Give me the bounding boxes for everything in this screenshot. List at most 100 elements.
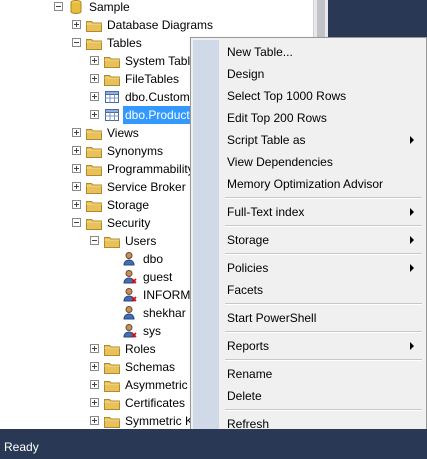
menu-item-label: Rename	[227, 367, 273, 381]
collapse-icon[interactable]	[54, 2, 63, 11]
folder-icon	[86, 181, 102, 194]
folder-icon	[104, 343, 120, 356]
menu-item-edit-top-200-rows[interactable]: Edit Top 200 Rows	[193, 107, 424, 129]
menu-item-facets[interactable]: Facets	[193, 279, 424, 301]
tree-node-database-diagrams[interactable]: Database Diagrams	[0, 16, 313, 34]
expand-icon[interactable]	[90, 398, 99, 407]
expand-icon[interactable]	[90, 362, 99, 371]
tree-node-label: FileTables	[125, 72, 180, 86]
expand-icon[interactable]	[90, 416, 99, 425]
status-text: Ready	[4, 440, 39, 454]
folder-icon	[104, 379, 120, 392]
expand-icon[interactable]	[90, 92, 99, 101]
expand-icon[interactable]	[72, 182, 81, 191]
menu-item-label: Reports	[227, 339, 270, 353]
expand-icon[interactable]	[90, 344, 99, 353]
tree-node-sample[interactable]: Sample	[0, 0, 313, 16]
expand-icon[interactable]	[90, 74, 99, 83]
tree-node-label: dbo.Product	[123, 106, 192, 124]
folder-icon	[104, 73, 120, 86]
menu-item-policies[interactable]: Policies	[193, 257, 424, 279]
menu-item-rename[interactable]: Rename	[193, 363, 424, 385]
tree-node-label: Users	[125, 234, 157, 248]
menu-item-label: Select Top 1000 Rows	[227, 89, 347, 103]
tree-node-label: Schemas	[125, 360, 176, 374]
tree-node-label: Security	[107, 216, 151, 230]
user-disabled-icon	[122, 323, 138, 339]
folder-icon	[86, 145, 102, 158]
menu-item-label: Facets	[227, 283, 264, 297]
menu-item-script-table-as[interactable]: Script Table as	[193, 129, 424, 151]
tree-node-label: Views	[107, 126, 139, 140]
menu-separator	[225, 331, 422, 333]
folder-icon	[86, 199, 102, 212]
menu-item-label: Storage	[227, 233, 270, 247]
user-disabled-icon	[122, 269, 138, 285]
menu-item-label: Design	[227, 67, 265, 81]
folder-icon	[86, 37, 102, 50]
menu-item-storage[interactable]: Storage	[193, 229, 424, 251]
menu-item-reports[interactable]: Reports	[193, 335, 424, 357]
folder-icon	[104, 397, 120, 410]
tree-node-label: Database Diagrams	[107, 18, 214, 32]
user-icon	[122, 305, 138, 321]
menu-item-label: New Table...	[227, 45, 293, 59]
table-icon	[104, 107, 120, 123]
expand-icon[interactable]	[72, 146, 81, 155]
menu-item-memory-optimization-advisor[interactable]: Memory Optimization Advisor	[193, 173, 424, 195]
menu-item-select-top-1000-rows[interactable]: Select Top 1000 Rows	[193, 85, 424, 107]
expand-icon[interactable]	[72, 200, 81, 209]
folder-icon	[86, 19, 102, 32]
expand-icon[interactable]	[72, 20, 81, 29]
status-bar: Ready	[0, 429, 427, 459]
tree-node-label: sys	[143, 324, 161, 338]
menu-separator	[225, 359, 422, 361]
menu-item-start-powershell[interactable]: Start PowerShell	[193, 307, 424, 329]
tree-node-label: Storage	[107, 198, 150, 212]
submenu-arrow-icon	[410, 136, 414, 144]
menu-item-label: Edit Top 200 Rows	[227, 111, 327, 125]
user-disabled-icon	[122, 287, 138, 303]
menu-separator	[225, 197, 422, 199]
menu-separator	[225, 225, 422, 227]
tree-node-label: Roles	[125, 342, 156, 356]
folder-icon	[104, 55, 120, 68]
menu-item-label: Delete	[227, 389, 262, 403]
tree-node-label: Synonyms	[107, 144, 164, 158]
menu-separator	[225, 409, 422, 411]
collapse-icon[interactable]	[72, 38, 81, 47]
menu-item-label: Full-Text index	[227, 205, 305, 219]
menu-item-design[interactable]: Design	[193, 63, 424, 85]
scrollbar-thumb[interactable]	[317, 0, 325, 38]
expand-icon[interactable]	[72, 128, 81, 137]
expand-icon[interactable]	[90, 110, 99, 119]
menu-item-label: Memory Optimization Advisor	[227, 177, 384, 191]
menu-item-delete[interactable]: Delete	[193, 385, 424, 407]
folder-icon	[86, 127, 102, 140]
folder-icon	[104, 415, 120, 428]
menu-item-label: Start PowerShell	[227, 311, 317, 325]
expand-icon[interactable]	[72, 164, 81, 173]
folder-icon	[86, 217, 102, 230]
folder-icon	[86, 163, 102, 176]
folder-icon	[104, 235, 120, 248]
submenu-arrow-icon	[410, 236, 414, 244]
tree-node-label: Certificates	[125, 396, 186, 410]
expand-icon[interactable]	[90, 380, 99, 389]
tree-node-label: Sample	[89, 0, 130, 14]
tree-node-label: guest	[143, 270, 173, 284]
menu-item-full-text-index[interactable]: Full-Text index	[193, 201, 424, 223]
tree-node-label: Tables	[107, 36, 142, 50]
menu-item-label: Policies	[227, 261, 269, 275]
menu-item-label: View Dependencies	[227, 155, 333, 169]
menu-item-view-dependencies[interactable]: View Dependencies	[193, 151, 424, 173]
menu-separator	[225, 253, 422, 255]
table-icon	[104, 89, 120, 105]
database-icon	[68, 0, 84, 15]
expand-icon[interactable]	[90, 56, 99, 65]
collapse-icon[interactable]	[72, 218, 81, 227]
collapse-icon[interactable]	[90, 236, 99, 245]
menu-item-new-table[interactable]: New Table...	[193, 41, 424, 63]
folder-icon	[104, 361, 120, 374]
submenu-arrow-icon	[410, 342, 414, 350]
